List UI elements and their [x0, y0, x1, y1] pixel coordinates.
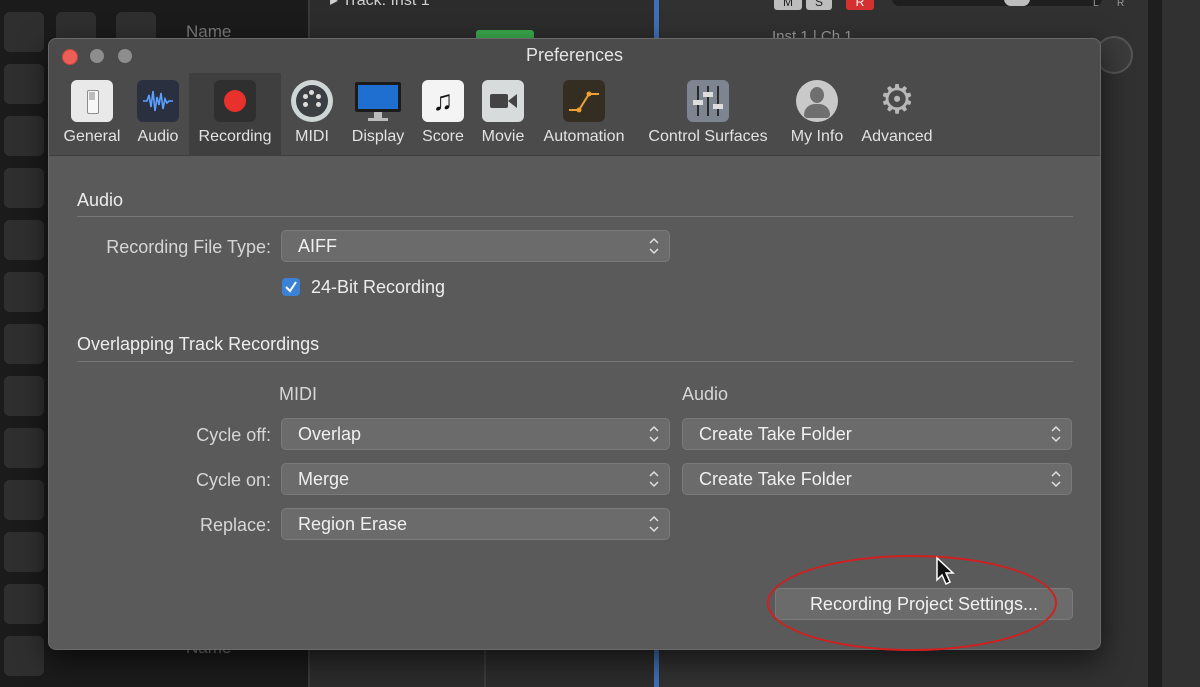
mouse-cursor-icon [936, 556, 955, 586]
control-surfaces-fader-icon [687, 80, 729, 122]
tab-my-info-label: My Info [790, 128, 844, 145]
stepper-arrows-icon [1051, 470, 1061, 488]
overlap-section-title: Overlapping Track Recordings [77, 334, 320, 354]
pad [4, 272, 44, 312]
title-bar: Preferences General Audio Recording MIDI… [49, 39, 1100, 156]
bit24-label[interactable]: 24-Bit Recording [311, 277, 445, 298]
midi-port-icon [291, 80, 333, 122]
tab-score[interactable]: ♫ Score [415, 73, 471, 155]
audio-column-header: Audio [682, 384, 729, 404]
tab-control-surfaces[interactable]: Control Surfaces [639, 73, 777, 155]
bg-pan-l: L [1093, 0, 1099, 9]
stepper-arrows-icon [649, 515, 659, 533]
pad [4, 220, 44, 260]
bit24-checkbox[interactable] [282, 278, 300, 296]
bg-volume-slider [892, 0, 1102, 6]
tab-control-surfaces-label: Control Surfaces [648, 128, 768, 145]
cycle-on-label: Cycle on: [195, 470, 271, 490]
pad [4, 168, 44, 208]
tab-display[interactable]: Display [343, 73, 413, 155]
bg-record-button: R [846, 0, 874, 10]
stepper-arrows-icon [649, 470, 659, 488]
tab-automation[interactable]: Automation [535, 73, 633, 155]
pad [4, 116, 44, 156]
record-icon [214, 80, 256, 122]
audio-waveform-icon [137, 80, 179, 122]
stepper-arrows-icon [1051, 425, 1061, 443]
tab-automation-label: Automation [543, 128, 625, 145]
tab-advanced[interactable]: ⚙ Advanced [855, 73, 939, 155]
bg-track-header: ▸ Track: Inst 1 [330, 0, 430, 9]
recording-file-type-select[interactable]: AIFF [281, 230, 670, 262]
audio-section-title: Audio [77, 190, 124, 210]
tab-midi[interactable]: MIDI [285, 73, 339, 155]
cycle-off-label: Cycle off: [196, 425, 271, 445]
bg-right-strip [1148, 0, 1162, 687]
cycle-on-midi-select[interactable]: Merge [281, 463, 670, 495]
general-switch-icon [71, 80, 113, 122]
pad [4, 12, 44, 52]
divider [77, 216, 1073, 217]
midi-column-header: MIDI [279, 384, 317, 404]
cycle-off-audio-select[interactable]: Create Take Folder [682, 418, 1072, 450]
bg-pan-r: R [1117, 0, 1125, 9]
pad [4, 636, 44, 676]
checkmark-icon [285, 281, 297, 293]
cycle-off-midi-value: Overlap [298, 424, 362, 444]
display-monitor-icon [355, 80, 401, 122]
stepper-arrows-icon [649, 425, 659, 443]
tab-audio-label: Audio [137, 128, 179, 145]
tab-advanced-label: Advanced [861, 128, 933, 145]
bg-divider [484, 645, 486, 687]
cycle-off-audio-value: Create Take Folder [699, 424, 852, 444]
cycle-off-midi-select[interactable]: Overlap [281, 418, 670, 450]
tab-audio[interactable]: Audio [129, 73, 187, 155]
score-note-icon: ♫ [422, 80, 464, 122]
replace-label: Replace: [199, 515, 271, 535]
pad [4, 64, 44, 104]
gear-icon: ⚙ [879, 78, 915, 122]
tab-recording-label: Recording [198, 128, 272, 145]
tab-movie-label: Movie [481, 128, 525, 145]
divider [77, 361, 1073, 362]
pad [4, 324, 44, 364]
movie-camera-icon [482, 80, 524, 122]
tab-display-label: Display [351, 128, 405, 145]
tab-my-info[interactable]: My Info [783, 73, 851, 155]
pad [4, 584, 44, 624]
pad [4, 428, 44, 468]
cycle-on-audio-value: Create Take Folder [699, 469, 852, 489]
tab-movie[interactable]: Movie [473, 73, 533, 155]
recording-file-type-value: AIFF [298, 236, 337, 256]
tab-recording[interactable]: Recording [189, 73, 281, 155]
window-title: Preferences [525, 45, 624, 65]
pad [4, 480, 44, 520]
bg-mute-button: M [774, 0, 802, 10]
pad [4, 376, 44, 416]
highlight-ring [767, 555, 1057, 651]
tab-general[interactable]: General [57, 73, 127, 155]
replace-midi-select[interactable]: Region Erase [281, 508, 670, 540]
automation-curve-icon [563, 80, 605, 122]
bg-slider-thumb [1004, 0, 1030, 6]
user-silhouette-icon [796, 80, 838, 122]
stepper-arrows-icon [649, 237, 659, 255]
tab-score-label: Score [422, 128, 464, 145]
recording-file-type-label: Recording File Type: [106, 237, 271, 257]
tab-midi-label: MIDI [295, 128, 329, 145]
tab-general-label: General [63, 128, 121, 145]
pad [4, 532, 44, 572]
replace-midi-value: Region Erase [298, 514, 408, 534]
cycle-on-audio-select[interactable]: Create Take Folder [682, 463, 1072, 495]
bg-solo-button: S [806, 0, 832, 10]
cycle-on-midi-value: Merge [298, 469, 350, 489]
